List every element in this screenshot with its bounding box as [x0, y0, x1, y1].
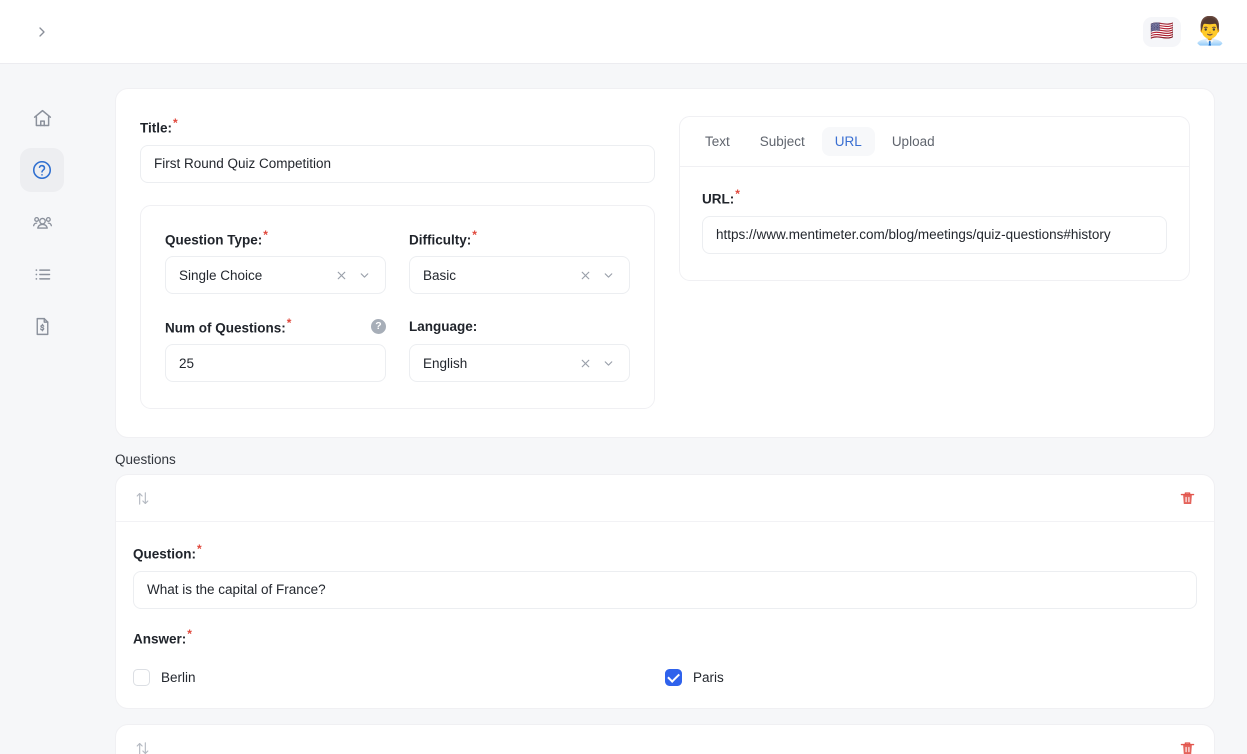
difficulty-field: Difficulty:* Basic [409, 227, 630, 294]
required-asterisk: * [263, 227, 268, 242]
question-input[interactable]: What is the capital of France? [133, 570, 1197, 609]
delete-question-button[interactable] [1179, 740, 1196, 754]
language-select[interactable]: English [409, 344, 630, 382]
question-type-label: Question Type:* [165, 227, 268, 248]
list-icon [35, 268, 50, 280]
language-label: Language: [409, 318, 478, 334]
question-config-panel: Question Type:* Single Choice Difficulty… [140, 204, 655, 409]
answer-option-label: Berlin [161, 670, 196, 685]
required-asterisk: * [472, 227, 477, 242]
answer-label: Answer:* [133, 626, 192, 647]
difficulty-label: Difficulty:* [409, 227, 477, 248]
answer-checkbox[interactable] [133, 669, 150, 686]
user-avatar-icon: 👨‍💼 [1193, 16, 1227, 46]
trash-icon [1180, 491, 1195, 504]
answer-option-berlin[interactable]: Berlin [133, 669, 665, 686]
clear-icon[interactable] [574, 357, 597, 370]
num-questions-value: 25 [179, 355, 195, 371]
num-questions-input[interactable]: 25 [165, 344, 386, 382]
questions-section-heading: Questions [115, 452, 176, 467]
trash-icon [1180, 742, 1195, 754]
help-icon[interactable]: ? [371, 318, 386, 334]
quiz-settings-card: Title:* First Round Quiz Competition Que… [115, 88, 1215, 438]
title-field-label: Title:* [140, 116, 178, 136]
question-type-value: Single Choice [179, 267, 263, 283]
question-card-header [116, 475, 1214, 522]
tab-url[interactable]: URL [821, 127, 875, 156]
sort-updown-icon[interactable] [134, 490, 151, 507]
num-questions-label: Num of Questions:* [165, 316, 292, 336]
num-questions-field: Num of Questions:* ? 25 [165, 316, 386, 382]
required-asterisk: * [197, 542, 202, 556]
home-icon [33, 109, 51, 126]
required-asterisk: * [735, 187, 740, 201]
title-input[interactable]: First Round Quiz Competition [140, 144, 655, 183]
top-bar: 🇺🇸 👨‍💼 [0, 0, 1247, 64]
topbar-actions: 🇺🇸 👨‍💼 [1143, 15, 1227, 49]
us-flag-icon: 🇺🇸 [1150, 21, 1174, 42]
config-row-2: Num of Questions:* ? 25 Language: Englis… [165, 316, 630, 382]
tab-upload[interactable]: Upload [879, 127, 948, 156]
question-card-body: Question:* What is the capital of France… [116, 522, 1214, 686]
chevron-down-icon[interactable] [597, 269, 620, 282]
question-card: Question:* What is the capital of France… [115, 474, 1215, 709]
settings-left-column: Title:* First Round Quiz Competition Que… [140, 116, 655, 410]
sidebar-item-home[interactable] [20, 96, 64, 140]
delete-question-button[interactable] [1179, 490, 1196, 507]
invoice-document-icon [36, 317, 48, 335]
question-circle-icon [32, 160, 52, 180]
required-asterisk: * [173, 116, 178, 130]
clear-icon[interactable] [574, 269, 597, 282]
language-field: Language: English [409, 317, 630, 382]
users-group-icon [32, 216, 52, 229]
title-input-value: First Round Quiz Competition [154, 156, 332, 171]
url-input[interactable]: https://www.mentimeter.com/blog/meetings… [702, 215, 1167, 254]
sidebar [0, 64, 84, 754]
sidebar-item-users[interactable] [20, 200, 64, 244]
settings-right-column: Text Subject URL Upload URL:* https://ww… [679, 116, 1190, 410]
source-tabs: Text Subject URL Upload [680, 117, 1189, 167]
language-value: English [423, 355, 468, 371]
chevron-right-icon [39, 26, 45, 37]
chevron-down-icon[interactable] [353, 269, 376, 282]
answer-option-label: Paris [693, 670, 724, 685]
url-field-label: URL:* [702, 187, 740, 207]
url-input-value: https://www.mentimeter.com/blog/meetings… [716, 227, 1111, 242]
question-type-field: Question Type:* Single Choice [165, 227, 386, 294]
tab-subject[interactable]: Subject [747, 127, 818, 156]
question-card-header [116, 725, 1214, 754]
main-content: Title:* First Round Quiz Competition Que… [84, 64, 1247, 754]
required-asterisk: * [187, 626, 192, 641]
source-tab-body: URL:* https://www.mentimeter.com/blog/me… [680, 167, 1189, 280]
sidebar-item-billing[interactable] [20, 304, 64, 348]
question-label: Question:* [133, 542, 202, 562]
sidebar-item-quizzes[interactable] [20, 148, 64, 192]
tab-text[interactable]: Text [692, 127, 743, 156]
clear-icon[interactable] [330, 269, 353, 282]
sidebar-expand-button[interactable] [26, 16, 58, 48]
question-type-select[interactable]: Single Choice [165, 256, 386, 294]
sort-updown-icon[interactable] [134, 740, 151, 754]
chevron-down-icon[interactable] [597, 357, 620, 370]
sidebar-item-lists[interactable] [20, 252, 64, 296]
language-flag-button[interactable]: 🇺🇸 [1143, 16, 1181, 47]
answer-option-paris[interactable]: Paris [665, 669, 1197, 686]
language-label-row: Language: [409, 317, 630, 335]
difficulty-value: Basic [423, 267, 457, 283]
question-card [115, 724, 1215, 754]
answer-options: Berlin Paris [133, 669, 1197, 686]
config-row-1: Question Type:* Single Choice Difficulty… [165, 227, 630, 294]
avatar[interactable]: 👨‍💼 [1193, 15, 1227, 49]
required-asterisk: * [286, 316, 292, 331]
answer-checkbox[interactable] [665, 669, 682, 686]
difficulty-select[interactable]: Basic [409, 256, 630, 294]
question-input-value: What is the capital of France? [147, 582, 326, 597]
num-questions-label-row: Num of Questions:* ? [165, 316, 386, 336]
source-panel: Text Subject URL Upload URL:* https://ww… [679, 116, 1190, 281]
